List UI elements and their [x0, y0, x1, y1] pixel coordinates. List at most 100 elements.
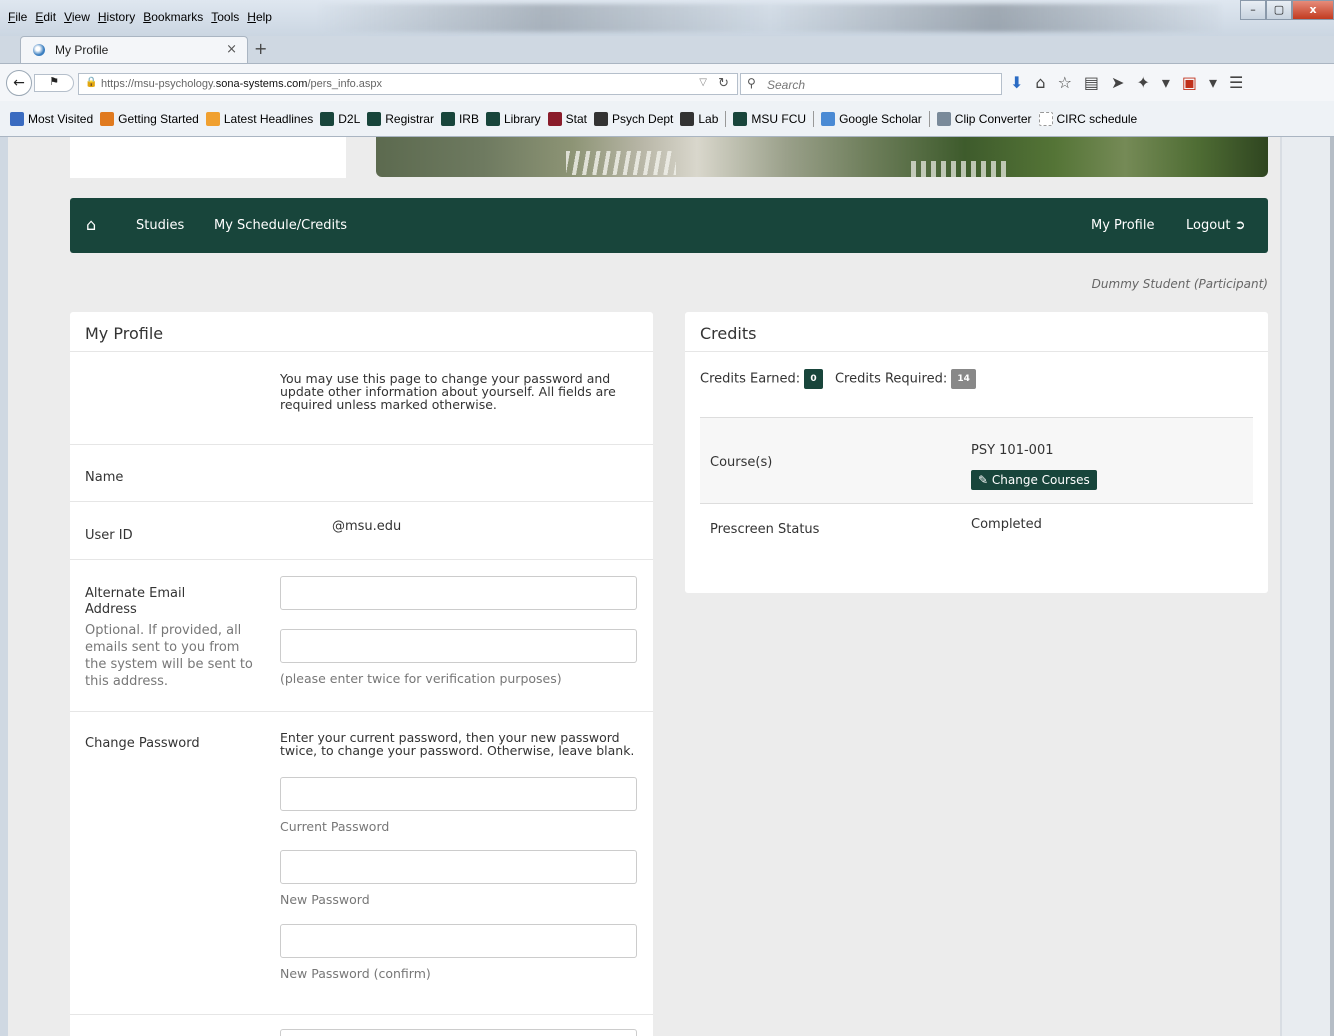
bookmark-label: Psych Dept [612, 111, 674, 126]
p-logo-icon [594, 111, 609, 126]
credits-summary: Credits Earned: 0 Credits Required: 14 [700, 369, 976, 389]
credits-required-label: Credits Required: [834, 371, 948, 387]
nav-my-schedule-credits[interactable]: My Schedule/Credits [214, 218, 347, 233]
page-scrollbar[interactable] [1280, 137, 1334, 1036]
bookmark-label: Library [503, 111, 541, 126]
bookmark-label: CIRC schedule [1056, 111, 1138, 126]
firefox-icon [100, 111, 115, 126]
browser-navbar: ← ⚑ 🔒 https://msu-psychology.sona-system… [0, 63, 1334, 101]
bookmark-label: Google Scholar [839, 111, 922, 126]
campus-banner-image [376, 137, 1268, 177]
password-row: Change Password Enter your current passw… [70, 712, 653, 1015]
menu-tools[interactable]: Tools [211, 10, 239, 24]
url-bar[interactable]: 🔒 https://msu-psychology.sona-systems.co… [78, 73, 738, 95]
home-browser-icon[interactable]: ⌂ [1035, 73, 1045, 92]
url-dropdown-icon[interactable]: ▽ [699, 77, 707, 88]
new-password-label: New Password [280, 892, 370, 907]
search-bar[interactable]: ⚲ Search [740, 73, 1002, 95]
password-label: Change Password [85, 736, 200, 751]
home-icon[interactable]: ⌂ [86, 215, 96, 234]
nav-my-profile[interactable]: My Profile [1091, 218, 1154, 233]
change-courses-button[interactable]: ✎ Change Courses [971, 470, 1097, 490]
reload-icon[interactable]: ↻ [718, 76, 729, 91]
tab-title: My Profile [55, 43, 109, 57]
bookmark-item[interactable]: Lab [680, 111, 719, 126]
bookmark-item[interactable]: MSU FCU [733, 111, 807, 126]
bookmark-item[interactable]: Stat [547, 111, 587, 126]
logout-icon: ➲ [1234, 218, 1246, 233]
alt-email-confirm-input[interactable] [280, 629, 637, 663]
extension-icon[interactable]: ✦ [1136, 73, 1149, 92]
blank-page-icon [1038, 111, 1053, 126]
alt-email-input[interactable] [280, 576, 637, 610]
change-courses-label: Change Courses [991, 473, 1090, 487]
bookmark-item[interactable]: CIRC schedule [1038, 111, 1138, 126]
panel-title: My Profile [70, 312, 653, 352]
prescreen-label: Prescreen Status [710, 522, 820, 537]
new-tab-button[interactable]: + [254, 39, 267, 58]
course-row: Course(s) PSY 101-001 ✎ Change Courses [700, 417, 1253, 504]
menu-edit[interactable]: Edit [35, 10, 56, 24]
search-placeholder: Search [767, 78, 806, 92]
menu-bookmarks[interactable]: Bookmarks [143, 10, 203, 24]
bookmark-label: Lab [698, 111, 719, 126]
pdf-tool-icon[interactable]: ▣ [1182, 73, 1197, 92]
tab-my-profile[interactable]: My Profile × [20, 36, 248, 63]
current-password-input[interactable] [280, 777, 637, 811]
userid-value: @msu.edu [332, 519, 402, 534]
dropdown-arrow-icon[interactable]: ▾ [1162, 73, 1170, 92]
bookmark-item[interactable]: Psych Dept [594, 111, 674, 126]
bookmark-item[interactable]: Registrar [367, 111, 434, 126]
nav-logout[interactable]: Logout ➲ [1186, 218, 1246, 233]
bookmark-label: MSU FCU [751, 111, 807, 126]
logout-label: Logout [1186, 218, 1231, 233]
bookmark-item[interactable]: Google Scholar [821, 111, 922, 126]
new-password-input[interactable] [280, 850, 637, 884]
menu-view[interactable]: View [64, 10, 90, 24]
dropdown-arrow-icon[interactable]: ▾ [1209, 73, 1217, 92]
bookmark-item[interactable]: Clip Converter [936, 111, 1032, 126]
scrollbar-thumb[interactable] [1330, 137, 1334, 1036]
send-icon[interactable]: ➤ [1111, 73, 1124, 92]
logo-area [70, 137, 346, 178]
bookmark-item[interactable]: D2L [320, 111, 360, 126]
bookmark-item[interactable]: IRB [440, 111, 479, 126]
menu-help[interactable]: Help [247, 10, 272, 24]
bookmark-folder-icon [10, 111, 24, 126]
my-profile-panel: My Profile You may use this page to chan… [70, 312, 653, 1036]
url-path: /pers_info.aspx [307, 78, 383, 90]
course-label: Course(s) [710, 455, 773, 470]
menu-file[interactable]: File [8, 10, 27, 24]
bookmark-item[interactable]: Most Visited [10, 111, 93, 126]
url-prefix: https://msu-psychology. [101, 78, 216, 90]
bookmarks-toolbar: Most Visited Getting Started Latest Headli… [0, 101, 1334, 137]
bookmark-label: Latest Headlines [223, 111, 314, 126]
close-window-button[interactable]: x [1292, 0, 1334, 20]
maximize-button[interactable]: ▢ [1266, 0, 1292, 20]
bookmark-item[interactable]: Latest Headlines [205, 111, 314, 126]
tab-close-icon[interactable]: × [226, 42, 237, 57]
credits-earned-badge: 0 [804, 369, 823, 389]
spartan-helmet-icon [367, 111, 382, 126]
site-identity-button[interactable]: ⚑ [34, 74, 74, 92]
toolbar-icons: ⬇ ⌂ ☆ ▤ ➤ ✦ ▾ ▣ ▾ ☰ [1010, 73, 1243, 92]
next-field-input[interactable] [280, 1029, 637, 1036]
bookmark-star-icon[interactable]: ☆ [1058, 73, 1072, 92]
bookmark-label: Registrar [385, 111, 434, 126]
nav-studies[interactable]: Studies [136, 218, 184, 233]
back-button[interactable]: ← [6, 70, 32, 96]
download-icon[interactable]: ⬇ [1010, 73, 1023, 92]
reading-list-icon[interactable]: ▤ [1084, 73, 1099, 92]
crosswalk-decoration [911, 161, 1006, 177]
spartan-s-icon [440, 111, 455, 126]
bookmark-separator [725, 110, 727, 127]
minimize-button[interactable]: – [1240, 0, 1266, 20]
hamburger-menu-icon[interactable]: ☰ [1229, 73, 1243, 92]
bookmark-item[interactable]: Getting Started [100, 111, 199, 126]
blurred-titlebar [320, 4, 1220, 32]
menu-history[interactable]: History [98, 10, 135, 24]
confirm-password-input[interactable] [280, 924, 637, 958]
p-logo-icon [680, 111, 695, 126]
course-value: PSY 101-001 [971, 443, 1054, 458]
bookmark-item[interactable]: Library [485, 111, 541, 126]
